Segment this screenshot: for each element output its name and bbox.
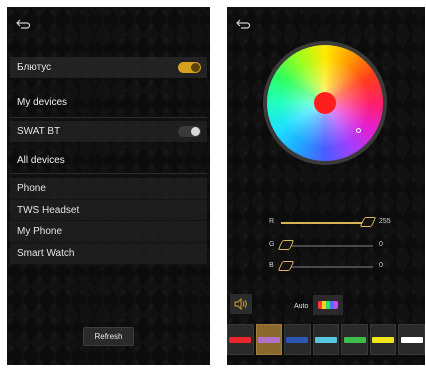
bluetooth-label: Блютус	[17, 62, 52, 73]
red-slider-fill	[281, 222, 373, 224]
color-wheel[interactable]	[263, 41, 387, 165]
selected-color-indicator	[314, 92, 336, 114]
rainbow-auto-icon[interactable]	[318, 301, 338, 309]
red-slider-thumb[interactable]	[359, 217, 377, 227]
red-slider: R 255	[269, 217, 409, 229]
back-arrow-icon[interactable]	[15, 18, 31, 30]
swatch-purple[interactable]	[255, 324, 283, 355]
green-slider: G 0	[269, 240, 409, 252]
sound-mode-button[interactable]	[230, 294, 252, 314]
swatch-color	[343, 336, 366, 343]
swatch-color	[372, 336, 395, 343]
red-slider-track[interactable]	[281, 217, 377, 227]
swatch-white[interactable]	[398, 324, 425, 355]
device-item-my-phone[interactable]: My Phone	[10, 221, 207, 244]
swatch-cyan[interactable]	[312, 324, 340, 355]
swatch-color	[286, 336, 309, 343]
swatch-color	[229, 336, 252, 343]
device-item-smart-watch[interactable]: Smart Watch	[10, 243, 207, 265]
divider	[10, 173, 207, 174]
green-slider-track[interactable]	[277, 240, 373, 250]
speaker-icon	[234, 298, 247, 310]
paired-device-toggle[interactable]	[178, 126, 201, 137]
green-value: 0	[379, 241, 383, 248]
color-swatches	[227, 324, 425, 357]
device-list: Phone TWS Headset My Phone Smart Watch	[10, 178, 207, 265]
bluetooth-toggle[interactable]	[178, 62, 201, 73]
green-slider-thumb[interactable]	[277, 240, 295, 250]
blue-slider-track[interactable]	[277, 261, 373, 271]
swatch-color	[315, 336, 338, 343]
refresh-button[interactable]: Refresh	[83, 327, 134, 346]
color-wheel-gradient[interactable]	[267, 45, 383, 161]
blue-slider-thumb[interactable]	[277, 261, 295, 271]
my-devices-header: My devices	[17, 97, 68, 108]
blue-value: 0	[379, 262, 383, 269]
green-channel-label: G	[269, 241, 275, 248]
swatch-color	[257, 336, 280, 343]
swatch-color	[400, 336, 423, 343]
bluetooth-screen: Блютус My devices SWAT BT All devices Ph…	[7, 7, 210, 365]
swatch-yellow[interactable]	[369, 324, 397, 355]
back-arrow-icon[interactable]	[235, 18, 251, 30]
toggle-knob	[191, 63, 200, 72]
color-picker-screen: R 255 G 0 B 0 Auto	[227, 7, 425, 365]
color-wheel-marker[interactable]	[356, 128, 361, 133]
blue-slider: B 0	[269, 261, 409, 273]
bluetooth-row: Блютус	[10, 57, 207, 78]
all-devices-header: All devices	[17, 155, 65, 166]
red-value: 255	[379, 218, 391, 225]
swatch-blue[interactable]	[284, 324, 311, 355]
toggle-knob	[191, 127, 200, 136]
swatch-red[interactable]	[227, 324, 254, 355]
paired-device-row[interactable]: SWAT BT	[10, 121, 207, 142]
paired-device-name: SWAT BT	[17, 126, 61, 137]
divider	[10, 117, 207, 118]
red-channel-label: R	[269, 218, 275, 225]
device-item-tws-headset[interactable]: TWS Headset	[10, 199, 207, 222]
blue-channel-label: B	[269, 262, 274, 269]
swatch-green[interactable]	[341, 324, 368, 355]
auto-label: Auto	[294, 303, 309, 310]
device-item-phone[interactable]: Phone	[10, 178, 207, 200]
